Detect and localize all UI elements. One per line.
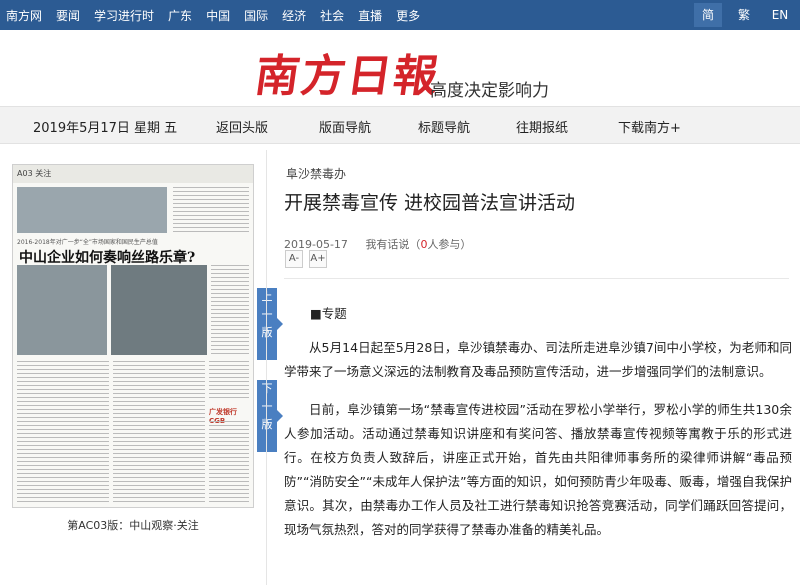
prev-char-3: 版 bbox=[261, 326, 273, 339]
paper-text-column bbox=[209, 361, 249, 401]
article-title: 开展禁毒宣传 进校园普法宣讲活动 bbox=[284, 192, 576, 214]
column-divider bbox=[266, 150, 267, 585]
paper-text-column bbox=[17, 361, 109, 503]
next-char-3: 版 bbox=[261, 418, 273, 431]
comment-label: 我有话说（ bbox=[365, 238, 421, 251]
next-char-1: 下 bbox=[261, 382, 273, 395]
article-body: ■专题 从5月14日起至5月28日，阜沙镇禁毒办、司法所走进阜沙镇7间中小学校，… bbox=[284, 302, 792, 556]
article-separator bbox=[284, 278, 789, 279]
article-source: 阜沙禁毒办 bbox=[286, 167, 347, 181]
page-nav-link[interactable]: 版面导航 bbox=[319, 117, 371, 136]
paper-text-column bbox=[209, 421, 249, 503]
edition-date: 2019年5月17日 星期 五 bbox=[33, 121, 178, 136]
prev-char-1: 上 bbox=[261, 290, 273, 303]
paper-header: A03 关注 bbox=[13, 165, 253, 183]
prev-char-2: 一 bbox=[261, 308, 273, 321]
language-switcher: 简 繁 EN bbox=[686, 0, 794, 30]
title-nav-link[interactable]: 标题导航 bbox=[418, 117, 470, 136]
article-paragraph: 日前，阜沙镇第一场“禁毒宣传进校园”活动在罗松小学举行，罗松小学的师生共130余… bbox=[284, 402, 792, 537]
lang-traditional[interactable]: 繁 bbox=[730, 3, 758, 27]
nav-link-society[interactable]: 社会 bbox=[320, 7, 344, 24]
nav-link-study[interactable]: 学习进行时 bbox=[94, 7, 154, 24]
font-decrease-button[interactable]: A- bbox=[285, 250, 303, 268]
paper-text-column bbox=[211, 265, 249, 355]
lang-english[interactable]: EN bbox=[766, 3, 794, 27]
newspaper-page-thumbnail[interactable]: A03 关注 2016-2018年对广一步“全”市场国家和国民生产总值 中山企业… bbox=[12, 164, 254, 508]
paper-photo-top bbox=[17, 187, 167, 233]
top-nav-bar: 南方网 要闻 学习进行时 广东 中国 国际 经济 社会 直播 更多 简 繁 EN bbox=[0, 0, 800, 30]
next-char-2: 一 bbox=[261, 400, 273, 413]
past-issues-link[interactable]: 往期报纸 bbox=[516, 117, 568, 136]
nav-link-international[interactable]: 国际 bbox=[244, 7, 268, 24]
article-paragraph: 从5月14日起至5月28日，阜沙镇禁毒办、司法所走进阜沙镇7间中小学校，为老师和… bbox=[284, 340, 792, 379]
lang-simplified[interactable]: 简 bbox=[694, 3, 722, 27]
article-topic: ■专题 bbox=[310, 306, 347, 321]
nav-link-china[interactable]: 中国 bbox=[206, 7, 230, 24]
nav-link-economy[interactable]: 经济 bbox=[282, 7, 306, 24]
nav-link-live[interactable]: 直播 bbox=[358, 7, 382, 24]
font-increase-button[interactable]: A+ bbox=[309, 250, 327, 268]
comment-suffix: 人参与） bbox=[427, 238, 472, 251]
masthead: 南方日報 高度决定影响力 bbox=[0, 30, 800, 106]
page-caption: 第AC03版：中山观察·关注 bbox=[67, 519, 199, 532]
edition-nav: 2019年5月17日 星期 五 返回头版 版面导航 标题导航 往期报纸 下载南方… bbox=[0, 106, 800, 144]
paper-text-column bbox=[113, 361, 205, 503]
nav-link-guangdong[interactable]: 广东 bbox=[168, 7, 192, 24]
paper-text-column bbox=[173, 187, 249, 233]
download-app-link[interactable]: 下载南方+ bbox=[618, 117, 681, 136]
top-nav-links: 南方网 要闻 学习进行时 广东 中国 国际 经济 社会 直播 更多 bbox=[0, 7, 434, 24]
slogan: 高度决定影响力 bbox=[430, 81, 549, 101]
nav-link-nanfang[interactable]: 南方网 bbox=[6, 7, 42, 24]
nav-link-news[interactable]: 要闻 bbox=[56, 7, 80, 24]
paper-photo-workers bbox=[111, 265, 207, 355]
paper-photo-parts bbox=[17, 265, 107, 355]
nav-link-more[interactable]: 更多 bbox=[396, 7, 420, 24]
font-size-controls: A- A+ bbox=[285, 250, 333, 268]
previous-page-button[interactable]: 上 一 版 bbox=[257, 288, 283, 360]
newspaper-logo[interactable]: 南方日報 bbox=[252, 40, 445, 104]
back-to-front-page-link[interactable]: 返回头版 bbox=[216, 117, 268, 136]
comment-link[interactable]: 我有话说（0人参与） bbox=[365, 238, 471, 251]
next-page-button[interactable]: 下 一 版 bbox=[257, 380, 283, 452]
